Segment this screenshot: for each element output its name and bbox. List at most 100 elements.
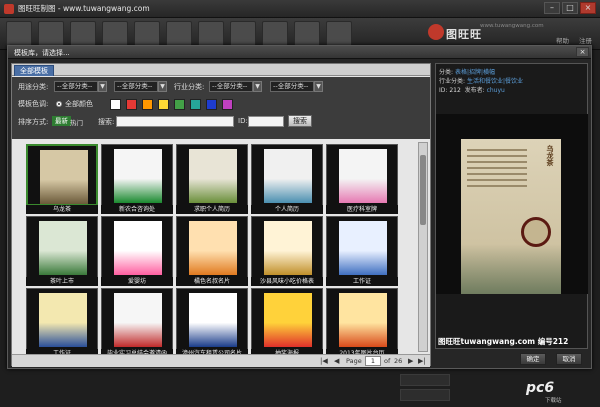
template-card[interactable]: 橘色名叔名片: [176, 216, 248, 286]
toolbar-button[interactable]: [102, 21, 128, 47]
usage-sub-select[interactable]: --全部分类-- ▼: [114, 81, 167, 92]
template-thumbnail[interactable]: [26, 288, 98, 350]
minimize-icon[interactable]: –: [544, 2, 560, 14]
template-thumbnail[interactable]: [26, 144, 98, 206]
template-thumbnail[interactable]: [326, 216, 398, 278]
chevron-down-icon: ▼: [98, 81, 107, 92]
first-page-icon[interactable]: |◀: [320, 357, 328, 365]
search-label: 搜索:: [98, 118, 115, 126]
template-card[interactable]: 乌龙茶: [26, 144, 98, 214]
info-id: ID: 212 发布者: chuyu: [439, 87, 505, 94]
brand-url: www.tuwangwang.com: [480, 23, 544, 29]
color-swatch[interactable]: [142, 99, 153, 110]
prev-page-icon[interactable]: ◀: [334, 357, 339, 365]
pager: |◀ ◀ Page 1 of 26 ▶ ▶|: [12, 354, 430, 367]
template-card[interactable]: 抽奖海报: [251, 288, 323, 354]
template-thumbnail[interactable]: [251, 144, 323, 206]
template-card[interactable]: 工作证: [326, 216, 398, 286]
scroll-thumb[interactable]: [420, 155, 426, 225]
chevron-down-icon: ▼: [158, 81, 167, 92]
color-swatch[interactable]: [158, 99, 169, 110]
poster-landscape: [461, 244, 561, 294]
ok-button[interactable]: 确定: [520, 353, 546, 365]
template-thumbnail-image: [189, 293, 237, 347]
search-button[interactable]: 搜索: [288, 115, 312, 127]
template-card[interactable]: 毕业实习总结会邀请函: [101, 288, 173, 354]
toolbar-button[interactable]: [198, 21, 224, 47]
usage-select[interactable]: --全部分类-- ▼: [54, 81, 107, 92]
template-thumbnail[interactable]: [101, 144, 173, 206]
toolbar-button[interactable]: [230, 21, 256, 47]
industry-sub-select[interactable]: --全部分类-- ▼: [270, 81, 323, 92]
template-thumbnail[interactable]: [251, 216, 323, 278]
toolbar-button[interactable]: [294, 21, 320, 47]
help-link[interactable]: 帮助: [556, 35, 569, 45]
watermark-logo: pc6: [526, 380, 555, 396]
template-thumbnail[interactable]: [26, 216, 98, 278]
color-swatch[interactable]: [190, 99, 201, 110]
sort-hot-button[interactable]: 热门: [70, 117, 83, 127]
chevron-down-icon: ▼: [253, 81, 262, 92]
template-thumbnail[interactable]: [101, 216, 173, 278]
toolbar-button[interactable]: [326, 21, 352, 47]
template-thumbnail-image: [339, 149, 387, 203]
sort-newest-button[interactable]: 最新: [52, 116, 71, 126]
template-thumbnail[interactable]: [176, 288, 248, 350]
template-browser: 全部模板 用途分类: --全部分类-- ▼ --全部分类-- ▼ 行业分类: --全…: [11, 63, 431, 367]
industry-label: 行业分类:: [174, 83, 205, 91]
template-label: 爱婴坊: [101, 277, 173, 286]
template-thumbnail[interactable]: [326, 288, 398, 350]
color-swatch[interactable]: [222, 99, 233, 110]
template-card[interactable]: 2013年图片台历: [326, 288, 398, 354]
template-grid: 乌龙茶 新农合咨询处 求职个人简历 个人简历 医疗科室牌茶叶上市 爱婴坊 橘色名叔名片 沙县风…: [12, 140, 416, 354]
tab-all-templates[interactable]: 全部模板: [14, 65, 54, 76]
template-card[interactable]: 求职个人简历: [176, 144, 248, 214]
template-card[interactable]: 医疗科室牌: [326, 144, 398, 214]
info-industry: 行业分类: 生活和餐饮业|餐饮业: [439, 78, 523, 85]
dialog-close-icon[interactable]: ×: [576, 47, 589, 57]
app-title: 图旺旺制图 - www.tuwangwang.com: [18, 4, 150, 13]
template-label: 橘色名叔名片: [176, 277, 248, 286]
template-card[interactable]: 工作证: [26, 288, 98, 354]
industry-select[interactable]: --全部分类-- ▼: [209, 81, 262, 92]
color-swatch[interactable]: [110, 99, 121, 110]
register-link[interactable]: 注册: [579, 35, 592, 45]
toolbar-button[interactable]: [70, 21, 96, 47]
template-card[interactable]: 茶叶上市: [26, 216, 98, 286]
template-label: 新农合咨询处: [101, 205, 173, 214]
info-category: 分类: 表格|招牌|横幅: [439, 69, 495, 76]
maximize-icon[interactable]: □: [562, 2, 578, 14]
template-thumbnail[interactable]: [176, 144, 248, 206]
template-thumbnail-image: [114, 293, 162, 347]
color-all-radio[interactable]: [56, 101, 62, 107]
toolbar-button[interactable]: [6, 21, 32, 47]
grid-scrollbar[interactable]: [418, 142, 428, 352]
template-thumbnail[interactable]: [326, 144, 398, 206]
template-card[interactable]: 沙县风味小吃价格表: [251, 216, 323, 286]
template-card[interactable]: 个人简历: [251, 144, 323, 214]
color-swatch[interactable]: [126, 99, 137, 110]
template-thumbnail[interactable]: [251, 288, 323, 350]
toolbar-button[interactable]: [262, 21, 288, 47]
page-input[interactable]: 1: [365, 356, 381, 366]
app-titlebar: 图旺旺制图 - www.tuwangwang.com – □ ×: [0, 0, 600, 18]
toolbar-button[interactable]: [134, 21, 160, 47]
template-card[interactable]: 新农合咨询处: [101, 144, 173, 214]
template-card[interactable]: 漳州汽车租赁公司名片: [176, 288, 248, 354]
template-thumbnail-image: [114, 149, 162, 203]
brand-logo-icon: [428, 24, 444, 40]
close-icon[interactable]: ×: [580, 2, 596, 14]
top-links: 帮助 注册: [556, 35, 592, 45]
search-input[interactable]: [116, 116, 234, 127]
template-thumbnail[interactable]: [176, 216, 248, 278]
template-thumbnail[interactable]: [101, 288, 173, 350]
toolbar-button[interactable]: [166, 21, 192, 47]
color-swatch[interactable]: [174, 99, 185, 110]
template-card[interactable]: 爱婴坊: [101, 216, 173, 286]
toolbar-button[interactable]: [38, 21, 64, 47]
id-input[interactable]: [248, 116, 284, 127]
last-page-icon[interactable]: ▶|: [418, 357, 426, 365]
cancel-button[interactable]: 取消: [556, 353, 582, 365]
next-page-icon[interactable]: ▶: [408, 357, 413, 365]
color-swatch[interactable]: [206, 99, 217, 110]
